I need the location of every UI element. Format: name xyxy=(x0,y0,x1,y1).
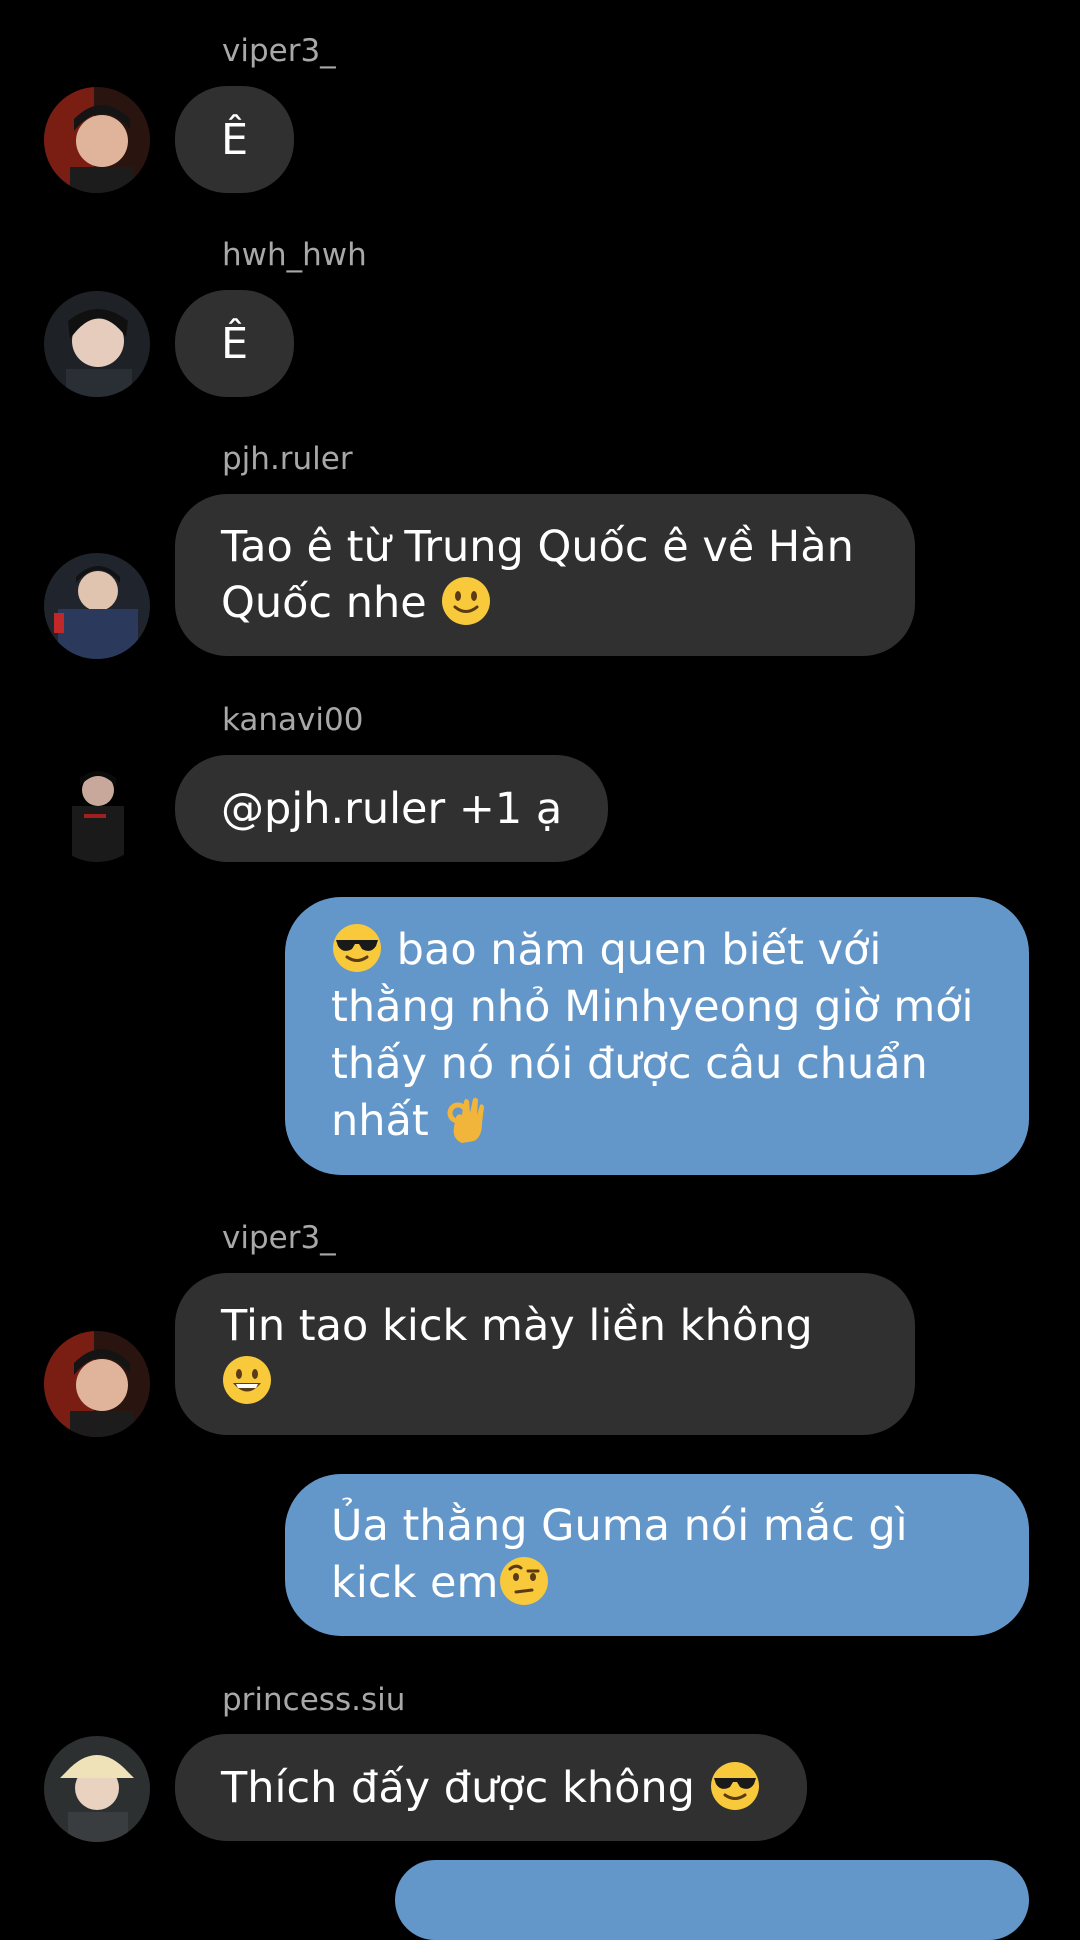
message-bubble[interactable]: Ê xyxy=(175,86,295,193)
sender-name: hwh_hwh xyxy=(222,237,367,273)
message-text: Tin tao kick mày liền không xyxy=(221,1298,813,1410)
message-text: Thích đấy được không xyxy=(221,1760,761,1816)
smiling-face-with-sunglasses-icon xyxy=(331,922,383,974)
slightly-smiling-face-icon xyxy=(440,575,492,627)
sender-name: pjh.ruler xyxy=(222,441,353,477)
message-bubble[interactable]: Tin tao kick mày liền không xyxy=(175,1273,915,1435)
ok-hand-icon xyxy=(442,1093,494,1145)
message-text: Ê xyxy=(221,318,249,369)
avatar[interactable] xyxy=(44,756,150,862)
avatar[interactable] xyxy=(44,1736,150,1842)
avatar[interactable] xyxy=(44,291,150,397)
my-message-bubble[interactable] xyxy=(395,1860,1029,1940)
message-bubble[interactable]: Tao ê từ Trung Quốc ê về Hàn Quốc nhe xyxy=(175,494,915,656)
sender-name: viper3_ xyxy=(222,33,336,69)
message-bubble[interactable]: Ê xyxy=(175,290,295,397)
sender-name: princess.siu xyxy=(222,1682,406,1718)
sender-name: kanavi00 xyxy=(222,702,364,738)
message-text: bao năm quen biết với thằng nhỏ Minhyeon… xyxy=(331,922,974,1150)
avatar[interactable] xyxy=(44,553,150,659)
grinning-face-icon xyxy=(221,1354,273,1406)
sender-name: viper3_ xyxy=(222,1220,336,1256)
smiling-face-with-sunglasses-icon xyxy=(709,1760,761,1812)
message-text: @pjh.ruler +1 ạ xyxy=(221,783,563,834)
message-bubble[interactable]: @pjh.ruler +1 ạ xyxy=(175,755,609,862)
message-text: Ê xyxy=(221,114,249,165)
message-bubble[interactable]: Thích đấy được không xyxy=(175,1734,807,1841)
avatar[interactable] xyxy=(44,1331,150,1437)
my-message-bubble[interactable]: Ủa thằng Guma nói mắc gì kick em xyxy=(285,1474,1029,1636)
avatar[interactable] xyxy=(44,87,150,193)
message-text: Tao ê từ Trung Quốc ê về Hàn Quốc nhe xyxy=(221,522,854,628)
my-message-bubble[interactable]: bao năm quen biết với thằng nhỏ Minhyeon… xyxy=(285,897,1029,1175)
message-text: Ủa thằng Guma nói mắc gì kick em xyxy=(331,1501,908,1608)
face-with-raised-eyebrow-icon xyxy=(498,1555,550,1607)
